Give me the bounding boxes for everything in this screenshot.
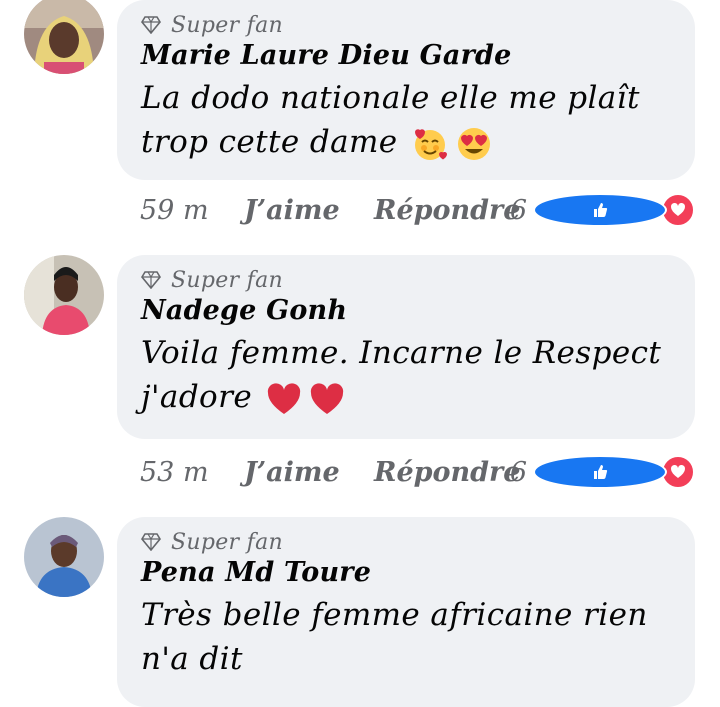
reactions-summary[interactable]: 6: [510, 455, 695, 489]
avatar[interactable]: [24, 517, 104, 597]
badge-label: Super fan: [171, 529, 283, 555]
comment-bubble: Super fan Pena Md Toure Très belle femme…: [117, 517, 695, 707]
red-heart-emoji: [268, 382, 301, 414]
comment-actions: 53 m J’aime Répondre 6: [140, 452, 695, 492]
diamond-icon: [141, 271, 161, 289]
thumbs-up-icon: [533, 455, 667, 489]
comment-actions: 59 m J’aime Répondre 6: [140, 190, 695, 230]
like-button[interactable]: J’aime: [244, 457, 374, 488]
badge-label: Super fan: [171, 12, 283, 38]
comment-text: Voila femme. Incarne le Respect j'adore: [141, 331, 671, 419]
reaction-count: 6: [509, 456, 527, 488]
comment-text-line-2: j'adore: [141, 375, 671, 419]
commenter-name[interactable]: Nadege Gonh: [141, 293, 671, 329]
diamond-icon: [141, 533, 161, 551]
comment-text: Très belle femme africaine rien n'a dit: [141, 593, 671, 681]
super-fan-badge: Super fan: [141, 267, 671, 293]
reply-button[interactable]: Répondre: [374, 457, 520, 488]
comment-text: La dodo nationale elle me plaît trop cet…: [141, 76, 671, 164]
diamond-icon: [141, 16, 161, 34]
avatar[interactable]: [24, 0, 104, 74]
super-fan-badge: Super fan: [141, 529, 671, 555]
comment-time[interactable]: 59 m: [140, 195, 244, 226]
red-heart-emoji: [310, 382, 343, 414]
like-button[interactable]: J’aime: [244, 195, 374, 226]
comment-text-line-content: trop cette dame: [141, 124, 398, 160]
comment-text-line-2: n'a dit: [141, 641, 243, 677]
comment-text-line-content: j'adore: [141, 379, 253, 415]
comment-text-line: Voila femme. Incarne le Respect: [141, 335, 662, 371]
comment-text-line-2: trop cette dame: [141, 120, 671, 164]
comment-text-line: Très belle femme africaine rien: [141, 597, 648, 633]
reactions-summary[interactable]: 6: [510, 193, 695, 227]
reply-button[interactable]: Répondre: [374, 195, 520, 226]
badge-label: Super fan: [171, 267, 283, 293]
smiling-face-with-hearts-emoji: [414, 128, 447, 160]
avatar[interactable]: [24, 255, 104, 335]
comment-bubble: Super fan Marie Laure Dieu Garde La dodo…: [117, 0, 695, 180]
thumbs-up-icon: [533, 193, 667, 227]
commenter-name[interactable]: Marie Laure Dieu Garde: [141, 38, 671, 74]
reaction-count: 6: [509, 194, 527, 226]
comment-time[interactable]: 53 m: [140, 457, 244, 488]
heart-eyes-emoji: [458, 127, 491, 160]
comment-bubble: Super fan Nadege Gonh Voila femme. Incar…: [117, 255, 695, 439]
comment-text-line: La dodo nationale elle me plaît: [141, 80, 640, 116]
commenter-name[interactable]: Pena Md Toure: [141, 555, 671, 591]
super-fan-badge: Super fan: [141, 12, 671, 38]
